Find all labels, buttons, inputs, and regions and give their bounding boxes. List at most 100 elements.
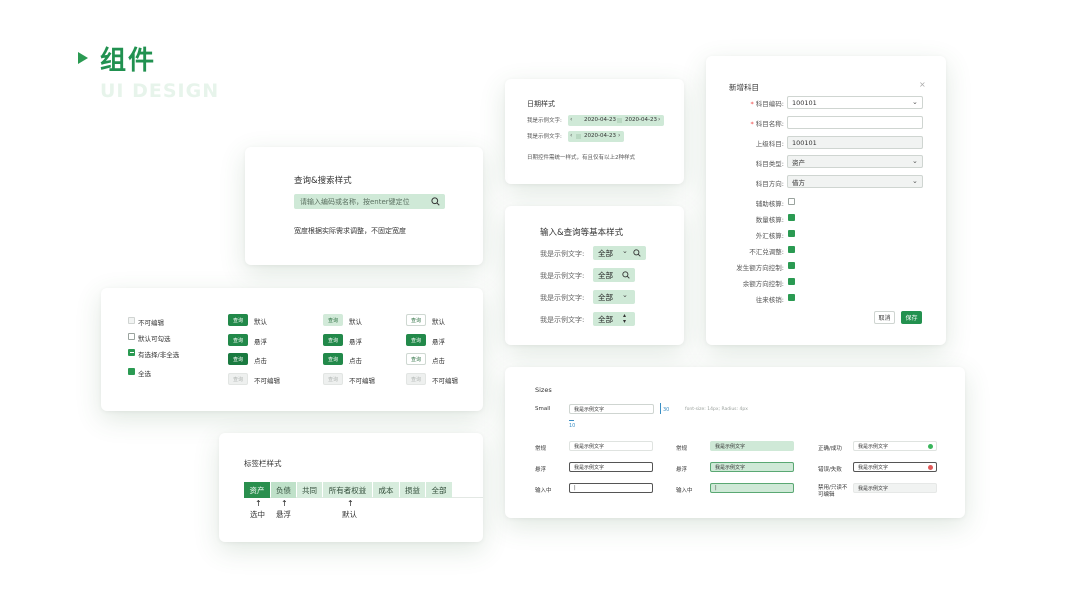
query-button-light-hover[interactable]: 查询 (323, 334, 343, 346)
chevron-left-icon[interactable]: ‹ (570, 116, 572, 123)
input-error[interactable]: 我是示例文字 (853, 462, 937, 472)
query-button-light-disabled: 查询 (323, 373, 343, 385)
search-input[interactable]: 请输入编码或名称，按enter键定位 (294, 194, 445, 209)
state-label: 悬浮 (254, 338, 267, 346)
search-icon[interactable] (633, 249, 641, 257)
input-green-typing[interactable]: | (710, 483, 794, 493)
checkbox-button-card: 不可编辑 默认可勾选 有选择/非全选 全选 查询 默认 查询 悬浮 查询 点击 … (101, 288, 483, 411)
spec-text: font-size: 14px; Radius: 4px (685, 407, 748, 412)
state-label: 点击 (254, 357, 267, 365)
input-typing[interactable]: | (569, 483, 653, 493)
search-note: 宽度根据实际需求调整，不固定宽度 (294, 227, 406, 235)
cancel-button[interactable]: 取消 (874, 311, 895, 324)
search-icon[interactable] (622, 271, 630, 279)
query-button-outline-hover[interactable]: 查询 (406, 334, 426, 346)
state-label: 点击 (432, 357, 445, 365)
close-icon[interactable]: × (919, 80, 926, 89)
query-button-outline-active[interactable]: 查询 (406, 353, 426, 365)
chevron-down-icon: ⌄ (622, 291, 628, 299)
date-picker[interactable]: ‹ 2020-04-23 › (568, 131, 624, 142)
state-label: 不可编辑 (349, 377, 375, 385)
dropdown-select[interactable]: 全部 ⌄ (593, 290, 635, 304)
code-field[interactable]: 100101 ⌄ (787, 96, 923, 109)
search-placeholder: 请输入编码或名称，按enter键定位 (300, 198, 410, 206)
checkbox-noex[interactable] (788, 246, 795, 260)
field-label-parent: 上级科目: (755, 140, 784, 148)
input-green-hover[interactable]: 我是示例文字 (710, 462, 794, 472)
page-subtitle: UI DESIGN (100, 80, 220, 102)
query-button-outline-default[interactable]: 查询 (406, 314, 426, 326)
state-label: 默认 (432, 318, 445, 326)
input-hover[interactable]: 我是示例文字 (569, 462, 653, 472)
state-label-normal-green: 常规 (676, 446, 688, 452)
state-label-success: 正确/成功 (818, 446, 842, 452)
checkbox-qty[interactable] (788, 214, 795, 228)
tab-common[interactable]: 共同 (297, 482, 322, 498)
select-with-search[interactable]: 全部 ⌄ (593, 246, 646, 260)
input-green-normal[interactable]: 我是示例文字 (710, 441, 794, 451)
height-dimension: 30 (663, 407, 670, 413)
check-label-balance: 余额方向控制: (742, 280, 784, 288)
state-label: 悬浮 (349, 338, 362, 346)
checkbox-fx[interactable] (788, 230, 795, 244)
date-range-picker[interactable]: ‹ 2020-04-23 2020-04-23 › (568, 115, 664, 126)
tab-cost[interactable]: 成本 (373, 482, 399, 498)
checkbox-default[interactable] (128, 333, 135, 340)
query-button-light-default[interactable]: 查询 (323, 314, 343, 326)
search-select[interactable]: 全部 (593, 268, 635, 282)
tab-profit[interactable]: 损益 (400, 482, 425, 498)
tabs-card-title: 标签栏样式 (244, 459, 282, 468)
query-button-solid-active[interactable]: 查询 (228, 353, 248, 365)
checkbox-writeoff[interactable] (788, 294, 795, 308)
query-button-solid-disabled: 查询 (228, 373, 248, 385)
header-triangle-icon (78, 52, 88, 64)
tab-liability[interactable]: 负债 (271, 482, 296, 498)
query-button-solid-hover[interactable]: 查询 (228, 334, 248, 346)
check-label-noex: 不汇兑调整: (749, 248, 784, 256)
number-stepper[interactable]: 全部 ▴ ▾ (593, 312, 635, 326)
query-button-light-active[interactable]: 查询 (323, 353, 343, 365)
check-icon (128, 377, 135, 382)
direction-select[interactable]: 借方 ⌄ (787, 175, 923, 188)
chevron-down-icon: ⌄ (622, 247, 628, 255)
tab-all[interactable]: 全部 (426, 482, 452, 498)
input-success[interactable]: 我是示例文字 (853, 441, 937, 451)
chevron-right-icon[interactable]: › (618, 132, 620, 139)
input-label-1: 我是示例文字: (540, 250, 585, 258)
type-select[interactable]: 资产 ⌄ (787, 155, 923, 168)
date-start: 2020-04-23 (584, 117, 616, 123)
input-normal[interactable]: 我是示例文字 (569, 441, 653, 451)
range-separator-icon (617, 118, 622, 123)
checkbox-aux[interactable] (788, 198, 795, 205)
sizes-card: Sizes Small 我是示例文字 30 10 font-size: 14px… (505, 367, 965, 518)
checkbox-checked[interactable] (128, 368, 135, 382)
small-input-sample[interactable]: 我是示例文字 (569, 404, 654, 414)
save-button[interactable]: 保存 (901, 311, 922, 324)
query-button-solid-default[interactable]: 查询 (228, 314, 248, 326)
input-label-2: 我是示例文字: (540, 272, 585, 280)
field-label-direction: 科目方向: (755, 180, 784, 188)
search-icon[interactable] (431, 197, 440, 206)
chevron-left-icon[interactable]: ‹ (570, 132, 572, 139)
state-label-typing: 输入中 (535, 488, 552, 494)
tab-asset[interactable]: 资产 (244, 482, 270, 498)
select-value: 全部 (598, 314, 613, 324)
state-label-error: 错误/失败 (818, 467, 842, 473)
date-card: 日期样式 我是示例文字: ‹ 2020-04-23 2020-04-23 › 我… (505, 79, 684, 184)
tab-bar: 资产 负债 共同 所有者权益 成本 损益 全部 (244, 482, 483, 498)
parent-field: 100101 (787, 136, 923, 149)
checkbox-indeterminate[interactable] (128, 349, 135, 356)
chevron-right-icon[interactable]: › (658, 116, 660, 123)
chevron-down-icon: ⌄ (912, 98, 918, 106)
field-label-name: * 科目名称: (750, 120, 784, 128)
select-value: 全部 (598, 248, 613, 258)
check-label-writeoff: 往来核销: (755, 296, 784, 304)
select-value: 全部 (598, 292, 613, 302)
stepper-icon[interactable]: ▴ ▾ (623, 313, 626, 325)
tab-equity[interactable]: 所有者权益 (323, 482, 372, 498)
name-field[interactable] (787, 116, 923, 129)
checkbox-balance[interactable] (788, 278, 795, 292)
state-label-hover-green: 悬浮 (676, 467, 688, 473)
checkbox-occur[interactable] (788, 262, 795, 276)
width-dimension: 10 (569, 423, 576, 429)
